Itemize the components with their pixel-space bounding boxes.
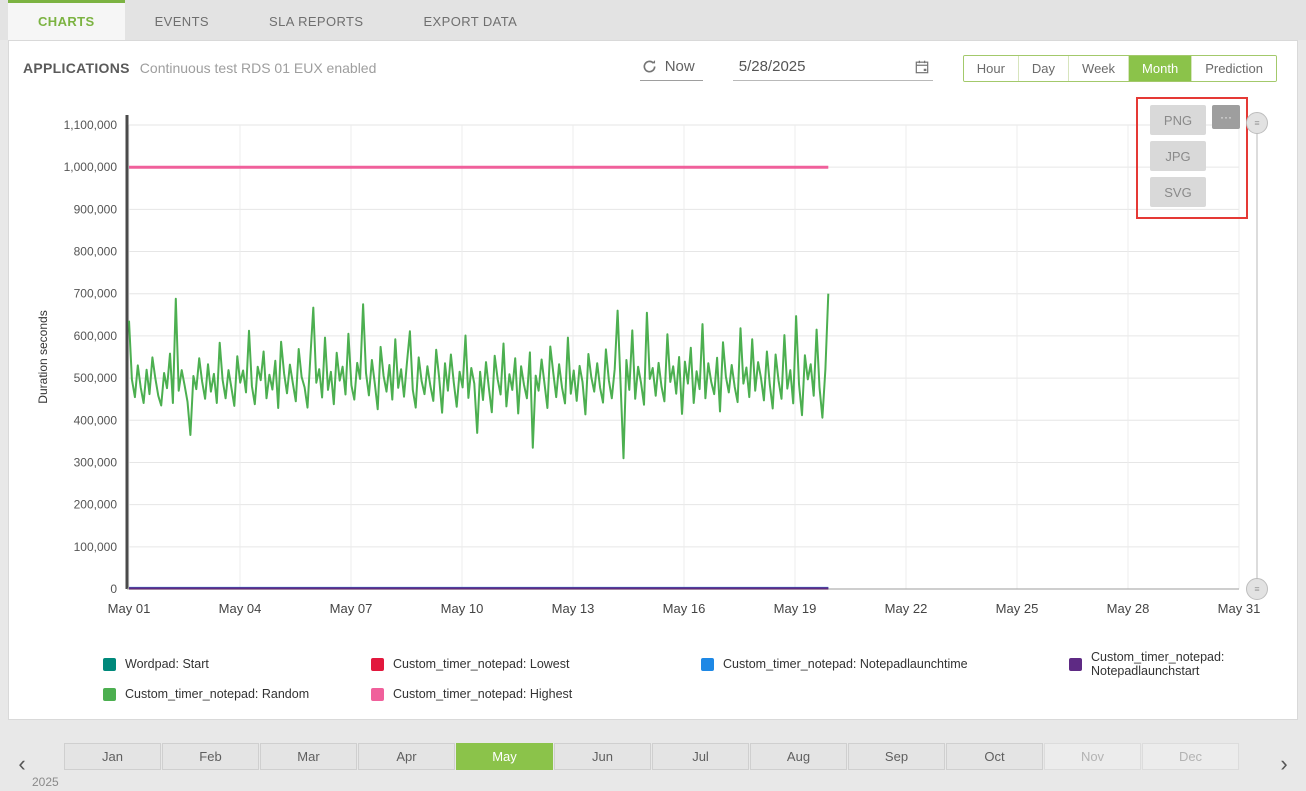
month-button-dec: Dec — [1142, 743, 1239, 770]
month-button-sep[interactable]: Sep — [848, 743, 945, 770]
zoom-slider-handle-top[interactable]: ≡ — [1246, 112, 1268, 134]
title-block: APPLICATIONS Continuous test RDS 01 EUX … — [23, 60, 376, 76]
range-button-day[interactable]: Day — [1018, 56, 1068, 81]
svg-text:May 07: May 07 — [330, 601, 373, 616]
svg-text:400,000: 400,000 — [74, 413, 118, 427]
svg-text:600,000: 600,000 — [74, 329, 118, 343]
legend-swatch-icon — [701, 658, 714, 671]
svg-text:300,000: 300,000 — [74, 455, 118, 469]
legend-swatch-icon — [1069, 658, 1082, 671]
legend-item: Custom_timer_notepad: Notepadlaunchstart — [1069, 650, 1297, 678]
legend-swatch-icon — [371, 688, 384, 701]
svg-text:May 28: May 28 — [1107, 601, 1150, 616]
date-input[interactable]: 5/28/2025 — [733, 55, 933, 81]
month-button-feb[interactable]: Feb — [162, 743, 259, 770]
calendar-icon[interactable] — [915, 60, 929, 74]
range-button-week[interactable]: Week — [1068, 56, 1128, 81]
legend-label: Wordpad: Start — [125, 657, 209, 671]
legend-item: Custom_timer_notepad: Random — [103, 687, 371, 701]
month-button-may[interactable]: May — [456, 743, 553, 770]
svg-text:May 25: May 25 — [996, 601, 1039, 616]
month-button-nov: Nov — [1044, 743, 1141, 770]
prev-year-button[interactable]: ‹ — [12, 750, 32, 778]
months-row: JanFebMarAprMayJunJulAugSepOctNovDec — [64, 743, 1298, 770]
svg-text:May 31: May 31 — [1218, 601, 1261, 616]
time-range-group: HourDayWeekMonthPrediction — [963, 55, 1277, 82]
panel-header: APPLICATIONS Continuous test RDS 01 EUX … — [9, 41, 1297, 95]
legend-item: Custom_timer_notepad: Highest — [371, 687, 701, 701]
legend-item: Custom_timer_notepad: Lowest — [371, 650, 701, 678]
tab-events[interactable]: EVENTS — [125, 0, 239, 40]
export-png-button[interactable]: PNG — [1150, 105, 1206, 135]
svg-text:0: 0 — [110, 582, 117, 596]
year-label: 2025 — [32, 775, 1298, 789]
month-button-jul[interactable]: Jul — [652, 743, 749, 770]
svg-text:Duration seconds: Duration seconds — [36, 310, 50, 403]
export-svg-button[interactable]: SVG — [1150, 177, 1206, 207]
legend-swatch-icon — [103, 658, 116, 671]
month-navigation: ‹ JanFebMarAprMayJunJulAugSepOctNovDec 2… — [8, 730, 1298, 791]
next-year-button[interactable]: › — [1274, 750, 1294, 778]
month-button-aug[interactable]: Aug — [750, 743, 847, 770]
svg-text:May 16: May 16 — [663, 601, 706, 616]
range-button-hour[interactable]: Hour — [964, 56, 1018, 81]
duration-chart[interactable]: 0 100,000 200,000 300,000 400,000 500,000 600,… — [9, 95, 1297, 640]
page-title: APPLICATIONS — [23, 60, 130, 76]
legend-swatch-icon — [371, 658, 384, 671]
tab-bar: CHARTSEVENTSSLA REPORTSEXPORT DATA — [0, 0, 1306, 40]
export-more-button[interactable]: ··· — [1212, 105, 1240, 129]
svg-text:May 10: May 10 — [441, 601, 484, 616]
export-jpg-button[interactable]: JPG — [1150, 141, 1206, 171]
legend-label: Custom_timer_notepad: Random — [125, 687, 309, 701]
legend-label: Custom_timer_notepad: Notepadlaunchstart — [1091, 650, 1297, 678]
month-button-jan[interactable]: Jan — [64, 743, 161, 770]
svg-text:May 22: May 22 — [885, 601, 928, 616]
svg-text:700,000: 700,000 — [74, 287, 118, 301]
chart-legend: Wordpad: Start Custom_timer_notepad: Lowe… — [103, 650, 1297, 719]
legend-item: Wordpad: Start — [103, 650, 371, 678]
month-button-apr[interactable]: Apr — [358, 743, 455, 770]
svg-text:500,000: 500,000 — [74, 371, 118, 385]
svg-text:May 04: May 04 — [219, 601, 262, 616]
month-button-oct[interactable]: Oct — [946, 743, 1043, 770]
svg-text:900,000: 900,000 — [74, 202, 118, 216]
tab-export-data[interactable]: EXPORT DATA — [393, 0, 547, 40]
tab-charts[interactable]: CHARTS — [8, 0, 125, 40]
svg-text:May 01: May 01 — [108, 601, 151, 616]
date-value: 5/28/2025 — [739, 58, 806, 75]
refresh-now-button[interactable]: Now — [640, 55, 703, 81]
zoom-slider-handle-bottom[interactable]: ≡ — [1246, 578, 1268, 600]
svg-text:800,000: 800,000 — [74, 245, 118, 259]
svg-text:200,000: 200,000 — [74, 498, 118, 512]
main-panel: APPLICATIONS Continuous test RDS 01 EUX … — [8, 40, 1298, 720]
range-button-month[interactable]: Month — [1128, 56, 1191, 81]
month-button-jun[interactable]: Jun — [554, 743, 651, 770]
legend-swatch-icon — [103, 688, 116, 701]
refresh-icon — [642, 59, 657, 74]
svg-text:100,000: 100,000 — [74, 540, 118, 554]
zoom-slider-track[interactable] — [1256, 123, 1258, 589]
legend-label: Custom_timer_notepad: Notepadlaunchtime — [723, 657, 968, 671]
range-button-prediction[interactable]: Prediction — [1191, 56, 1276, 81]
legend-item: Custom_timer_notepad: Notepadlaunchtime — [701, 650, 1069, 678]
page-subtitle: Continuous test RDS 01 EUX enabled — [140, 60, 377, 76]
month-button-mar[interactable]: Mar — [260, 743, 357, 770]
now-label: Now — [665, 58, 695, 75]
svg-text:1,100,000: 1,100,000 — [64, 118, 118, 132]
tab-sla-reports[interactable]: SLA REPORTS — [239, 0, 393, 40]
chart-area: 0 100,000 200,000 300,000 400,000 500,000 600,… — [9, 95, 1297, 640]
svg-text:May 19: May 19 — [774, 601, 817, 616]
legend-label: Custom_timer_notepad: Lowest — [393, 657, 569, 671]
legend-label: Custom_timer_notepad: Highest — [393, 687, 572, 701]
svg-text:1,000,000: 1,000,000 — [64, 160, 118, 174]
svg-text:May 13: May 13 — [552, 601, 595, 616]
header-controls: Now 5/28/2025 HourDayWeekMonthPrediction — [640, 55, 1277, 82]
